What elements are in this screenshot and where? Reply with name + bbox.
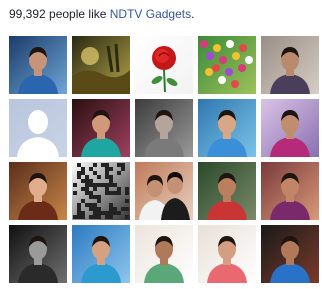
profile-photo-15[interactable]: [261, 162, 319, 220]
profile-photo-5[interactable]: [261, 36, 319, 94]
avatar: [72, 162, 130, 220]
avatar: [9, 36, 67, 94]
avatar: [198, 162, 256, 220]
profile-photo-19[interactable]: [198, 225, 256, 283]
profile-photo-18[interactable]: [135, 225, 193, 283]
profile-photo-11[interactable]: [9, 162, 67, 220]
avatar: [261, 36, 319, 94]
profile-photo-13[interactable]: [135, 162, 193, 220]
profile-photo-2[interactable]: [72, 36, 130, 94]
profile-photo-9[interactable]: [198, 99, 256, 157]
likes-count-line: 99,392 people like NDTV Gadgets.: [9, 6, 194, 22]
profile-photo-3[interactable]: [135, 36, 193, 94]
avatar: [9, 99, 67, 157]
profile-photo-10[interactable]: [261, 99, 319, 157]
profile-photo-7[interactable]: [72, 99, 130, 157]
avatar: [9, 162, 67, 220]
avatar: [198, 36, 256, 94]
avatar: [135, 99, 193, 157]
page-plugin-likes-box: 99,392 people like NDTV Gadgets.: [0, 0, 322, 289]
avatar: [261, 225, 319, 283]
avatar: [72, 36, 130, 94]
profile-photo-6[interactable]: [9, 99, 67, 157]
avatar: [135, 225, 193, 283]
avatar: [198, 225, 256, 283]
profile-photo-16[interactable]: [9, 225, 67, 283]
avatar: [198, 99, 256, 157]
avatar: [72, 225, 130, 283]
avatar: [261, 162, 319, 220]
profile-photo-12[interactable]: [72, 162, 130, 220]
page-name-link[interactable]: NDTV Gadgets: [110, 7, 191, 21]
likes-suffix: .: [191, 7, 195, 21]
fan-faces-grid: [9, 36, 319, 283]
profile-photo-1[interactable]: [9, 36, 67, 94]
profile-photo-17[interactable]: [72, 225, 130, 283]
profile-photo-20[interactable]: [261, 225, 319, 283]
avatar: [261, 99, 319, 157]
avatar: [135, 36, 193, 94]
avatar: [9, 225, 67, 283]
avatar: [135, 162, 193, 220]
profile-photo-14[interactable]: [198, 162, 256, 220]
profile-photo-8[interactable]: [135, 99, 193, 157]
likes-count-text: 99,392 people like: [9, 7, 110, 21]
profile-photo-4[interactable]: [198, 36, 256, 94]
avatar: [72, 99, 130, 157]
